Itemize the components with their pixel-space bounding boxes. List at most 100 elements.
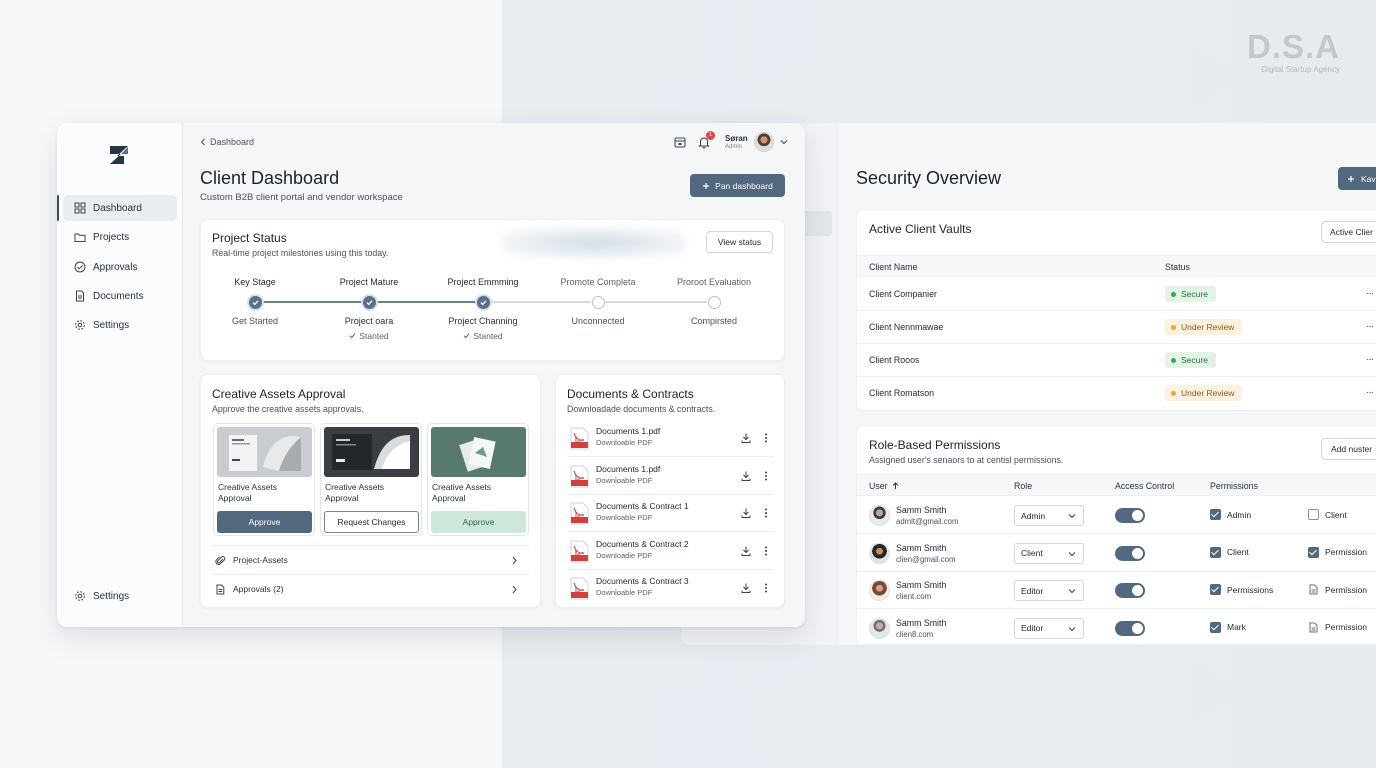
milestone-dot[interactable] [477, 296, 490, 309]
more-vertical-icon[interactable] [764, 582, 768, 594]
download-icon[interactable] [740, 470, 752, 482]
file-icon[interactable] [1308, 622, 1319, 633]
approve-button[interactable]: Approve [431, 511, 526, 533]
bell-icon[interactable]: 1 [697, 131, 715, 149]
user-email: clien8.com [896, 629, 934, 639]
role-select[interactable]: Editor [1014, 580, 1084, 601]
checkbox-checked-icon[interactable] [1210, 546, 1221, 558]
document-row[interactable]: Documents & Contract 2 Downloadie PDF [568, 533, 774, 570]
access-toggle[interactable] [1115, 620, 1145, 636]
asset-thumbnail [217, 427, 312, 477]
download-icon[interactable] [740, 432, 752, 444]
download-icon[interactable] [740, 507, 752, 519]
user-name: Samm Smith [896, 505, 947, 515]
app-logo-icon[interactable] [107, 143, 131, 167]
chevron-down-icon [1068, 551, 1076, 556]
sidebar-item-dashboard[interactable]: Dashboard [57, 195, 177, 221]
request-changes-button[interactable]: Request Changes [324, 511, 419, 533]
document-name: Documents 1.pdf [596, 463, 661, 474]
more-horizontal-icon[interactable]: ··· [1366, 321, 1374, 332]
list-item-project-assets[interactable]: Project-Assets [212, 545, 529, 574]
more-vertical-icon[interactable] [764, 432, 768, 444]
breadcrumb[interactable]: Dashboard [200, 137, 254, 147]
more-vertical-icon[interactable] [764, 507, 768, 519]
document-row[interactable]: Documents & Contract 3 Downloable PDF [568, 570, 774, 607]
plus-icon [1348, 175, 1354, 182]
role-select[interactable]: Editor [1014, 617, 1084, 639]
calendar-icon[interactable] [673, 135, 687, 149]
permission-label: Permissions [1227, 584, 1274, 595]
security-title: Security Overview [856, 168, 1002, 188]
more-vertical-icon[interactable] [764, 470, 768, 482]
asset-thumbnail [431, 427, 526, 477]
card-title: Creative Assets Approval [212, 387, 346, 401]
milestone-label: Unconnected [571, 316, 625, 326]
list-item-approvals[interactable]: Approvals (2) [212, 574, 529, 603]
checkbox-checked-icon[interactable] [1210, 509, 1221, 520]
role-select[interactable]: Client [1014, 542, 1084, 564]
table-row[interactable]: Client Romatson Under Review ··· [857, 377, 1376, 410]
document-row[interactable]: Documents & Contract 1 Downloable PDF [568, 495, 774, 532]
checkbox-checked-icon[interactable] [1210, 584, 1221, 595]
user-name: Samm Smith [896, 617, 947, 628]
kav-button[interactable]: Kav [1338, 167, 1376, 190]
check-icon [480, 300, 487, 306]
role-select[interactable]: Admin [1014, 505, 1084, 526]
more-vertical-icon[interactable] [764, 545, 768, 557]
more-horizontal-icon[interactable]: ··· [1366, 354, 1374, 365]
more-horizontal-icon[interactable]: ··· [1366, 387, 1374, 398]
client-name: Client Rooos [869, 355, 920, 365]
document-row[interactable]: Documents 1.pdf Downloable PDF [568, 458, 774, 495]
milestone-label: Compirsted [690, 316, 737, 326]
creative-asset-item[interactable]: Creative Assets Approval Approve [427, 423, 529, 536]
table-row[interactable]: Client Rooos Secure ··· [857, 344, 1376, 377]
breadcrumb-label: Dashboard [210, 137, 255, 147]
creative-assets-card: Creative Assets Approval Approve the cre… [200, 374, 541, 608]
access-toggle[interactable] [1115, 545, 1145, 561]
status-badge: Under Review [1165, 319, 1243, 335]
permission-secondary: Permission [1308, 584, 1367, 595]
access-toggle[interactable] [1115, 508, 1145, 523]
download-icon[interactable] [740, 582, 752, 594]
checkbox-checked-icon[interactable] [1308, 546, 1319, 558]
creative-asset-item[interactable]: Creative Assets Approval Request Changes [320, 423, 422, 536]
avatar [869, 542, 890, 564]
arrow-up-icon [892, 482, 898, 489]
permission-label: Permission [1325, 622, 1368, 632]
milestone-dot[interactable] [592, 296, 605, 309]
more-horizontal-icon[interactable]: ··· [1366, 288, 1374, 299]
milestone-dot[interactable] [363, 296, 376, 309]
active-clients-button[interactable]: Active Clier [1321, 221, 1376, 243]
pan-dashboard-button[interactable]: Pan dashboard [690, 174, 785, 197]
sidebar-item-documents[interactable]: Documents [63, 283, 177, 309]
user-name: Søran [725, 134, 748, 143]
sidebar-item-approvals[interactable]: Approvals [63, 254, 177, 280]
access-toggle[interactable] [1115, 583, 1145, 598]
check-icon [464, 333, 470, 339]
paperclip-icon [215, 555, 226, 565]
creative-asset-item[interactable]: Creative Assets Approval Approve [213, 423, 315, 536]
checkbox-empty-icon[interactable] [1308, 509, 1319, 520]
checkbox-checked-icon[interactable] [1210, 621, 1221, 633]
sidebar-item-projects[interactable]: Projects [63, 224, 177, 250]
column-header-permissions: Permissions [1210, 481, 1258, 491]
milestone-dot[interactable] [249, 296, 262, 309]
document-row[interactable]: Documents 1.pdf Downloable PDF [568, 420, 774, 457]
view-status-button[interactable]: View status [706, 231, 773, 253]
table-row[interactable]: Client Nennmawae Under Review ··· [857, 311, 1376, 344]
approve-button[interactable]: Approve [217, 511, 312, 533]
sidebar-item-settings[interactable]: Settings [63, 312, 177, 338]
milestone-dot[interactable] [708, 296, 721, 309]
permission-label: Client [1325, 509, 1347, 520]
column-header-user[interactable]: User [869, 481, 899, 491]
add-nuster-button[interactable]: Add nuster [1321, 438, 1376, 460]
download-icon[interactable] [740, 545, 752, 557]
sidebar-bottom-settings[interactable]: Settings [63, 583, 177, 609]
file-icon[interactable] [1308, 584, 1319, 595]
card-title: Documents & Contracts [567, 387, 694, 401]
user-menu[interactable]: Søran Admin [725, 132, 789, 152]
avatar [869, 580, 890, 601]
table-header: Client Name Status [857, 255, 1376, 277]
table-row[interactable]: Client Companier Secure ··· [857, 278, 1376, 311]
table-row: Samm Smith clien@gmail.com Client Client Per… [857, 535, 1376, 572]
